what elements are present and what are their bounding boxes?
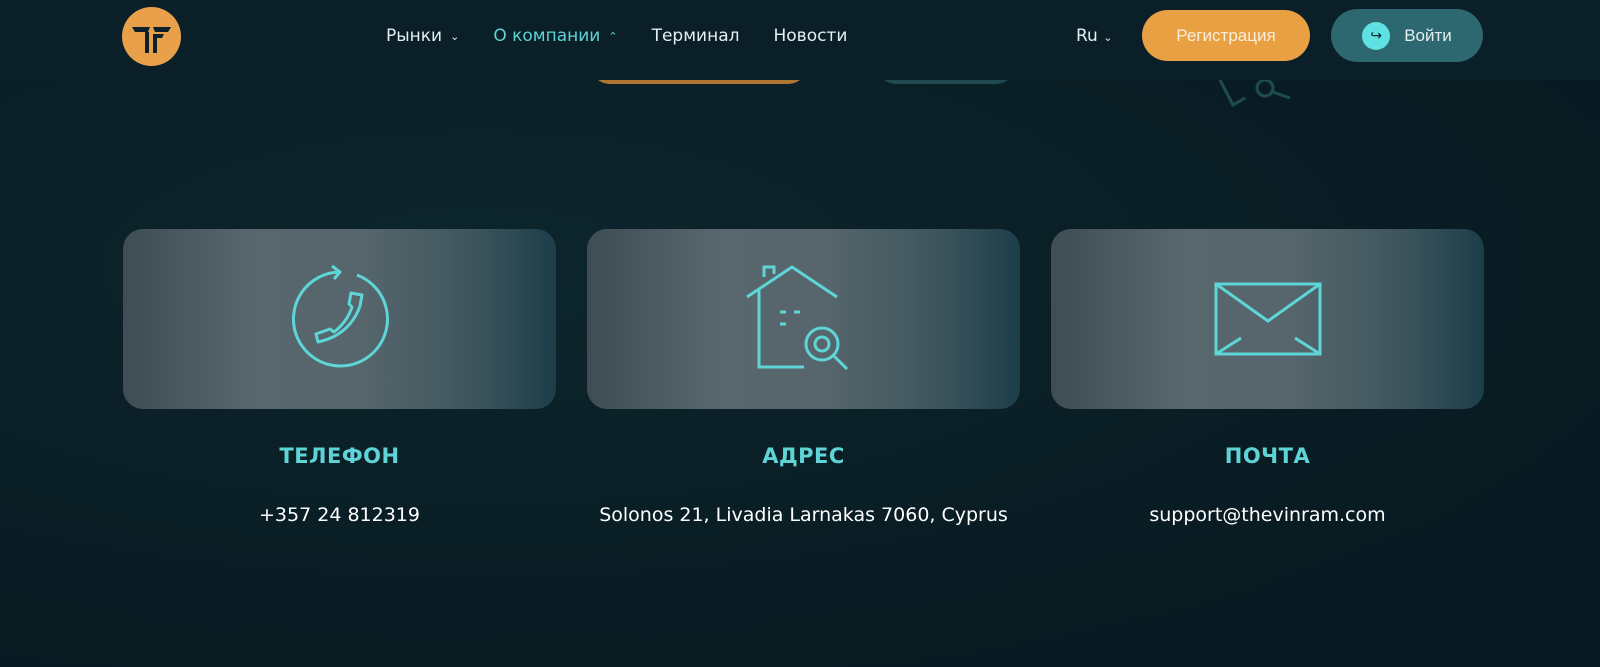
chevron-up-icon: ⌃ (608, 29, 618, 43)
nav-label: Рынки (386, 26, 443, 46)
nav-item-markets[interactable]: Рынки ⌄ (386, 26, 459, 46)
email-value[interactable]: support@thevinram.com (1051, 504, 1484, 526)
nav-label: О компании (493, 26, 601, 46)
login-button[interactable]: ↪ Войти (1331, 9, 1483, 62)
envelope-icon (1214, 282, 1321, 356)
address-title: АДРЕС (762, 444, 845, 468)
address-value: Solonos 21, Livadia Larnakas 7060, Cypru… (599, 504, 1008, 526)
site-header: Рынки ⌄ О компании ⌃ Терминал Новости Ru ⌄… (0, 0, 1600, 80)
main-nav: Рынки ⌄ О компании ⌃ Терминал Новости (386, 26, 847, 46)
phone-title: ТЕЛЕФОН (279, 444, 400, 468)
language-select[interactable]: Ru ⌄ (1076, 26, 1112, 46)
nav-item-news[interactable]: Новости (773, 26, 847, 46)
phone-icon (291, 264, 389, 368)
email-title: ПОЧТА (1224, 444, 1311, 468)
phone-value[interactable]: +357 24 812319 (123, 504, 556, 526)
phone-card (123, 229, 556, 409)
address-card (587, 229, 1020, 409)
language-label: Ru (1076, 26, 1098, 46)
chevron-down-icon: ⌄ (1103, 31, 1113, 44)
chevron-down-icon: ⌄ (450, 29, 460, 43)
email-card (1051, 229, 1484, 409)
login-arrow-icon: ↪ (1362, 21, 1391, 50)
logo-icon (132, 27, 171, 53)
house-search-icon (745, 264, 848, 370)
login-label: Войти (1404, 25, 1452, 45)
logo[interactable] (122, 7, 181, 66)
nav-item-about[interactable]: О компании ⌃ (493, 26, 617, 46)
nav-item-terminal[interactable]: Терминал (652, 26, 740, 46)
register-button[interactable]: Регистрация (1142, 10, 1310, 61)
